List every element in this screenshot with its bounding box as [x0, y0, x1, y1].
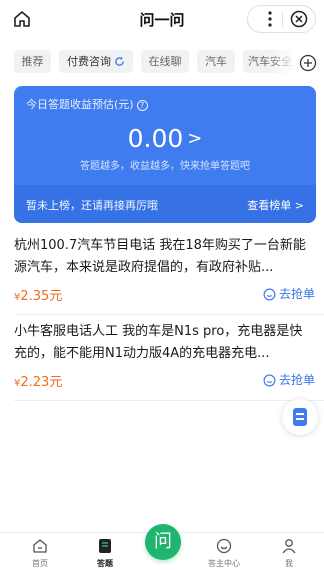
nav-me[interactable]: 我	[262, 537, 316, 569]
question-text: 小牛客服电话人工 我的车是N1s pro，充电器是快充的，能不能用N1动力版4A…	[14, 324, 303, 361]
earnings-amount-row[interactable]: 0.00 >	[14, 124, 316, 153]
divider	[14, 314, 324, 315]
grab-order-label: 去抢单	[278, 287, 315, 301]
chat-icon	[263, 374, 276, 387]
nav-home[interactable]: 首页	[13, 537, 67, 569]
nav-owner-center-label: 答主中心	[208, 559, 240, 568]
chevron-right-icon: >	[187, 128, 203, 149]
top-bar: 问一问	[0, 0, 324, 38]
earnings-footer: 暂未上榜，还请再接再厉哦 查看榜单 >	[14, 185, 316, 223]
question-text: 杭州100.7汽车节目电话 我在18年购买了一台新能源汽车，本来说是政府提倡的，…	[14, 238, 306, 275]
floating-document-button[interactable]	[282, 399, 318, 435]
category-tabs: 推荐 付费咨询 在线聊 汽车 汽车安全	[0, 46, 324, 76]
home-nav-icon	[33, 539, 47, 553]
tab-paid-consult[interactable]: 付费咨询	[59, 50, 133, 73]
question-reward: ¥2.23元	[14, 371, 62, 390]
owner-center-icon	[216, 538, 232, 554]
tab-paid-consult-label: 付费咨询	[67, 55, 111, 68]
earnings-amount: 0.00	[127, 124, 184, 153]
grab-order-label: 去抢单	[278, 373, 315, 387]
profile-icon	[282, 539, 296, 554]
tab-car[interactable]: 汽车	[197, 50, 235, 73]
view-ranking-link[interactable]: 查看榜单 >	[247, 197, 304, 213]
nav-answer-label: 答题	[97, 559, 113, 568]
nav-me-label: 我	[285, 559, 293, 568]
ask-center-button[interactable]: 问	[145, 524, 181, 560]
grab-order-button[interactable]: 去抢单	[263, 285, 315, 302]
divider	[14, 400, 324, 401]
document-icon	[293, 408, 307, 426]
more-icon[interactable]	[260, 9, 280, 29]
help-icon[interactable]: ?	[136, 100, 148, 111]
tab-recommend[interactable]: 推荐	[14, 50, 51, 73]
reward-amount: 2.23元	[20, 375, 63, 390]
nav-owner-center[interactable]: 答主中心	[197, 537, 251, 569]
grab-order-button[interactable]: 去抢单	[263, 371, 315, 388]
tab-online-chat[interactable]: 在线聊	[141, 50, 189, 73]
rank-status: 暂未上榜，还请再接再厉哦	[26, 199, 158, 212]
close-icon[interactable]	[289, 9, 309, 29]
earnings-label: 今日答题收益预估(元)	[26, 98, 134, 111]
chat-icon	[263, 288, 276, 301]
refresh-icon	[115, 56, 124, 66]
earnings-label-row: 今日答题收益预估(元)?	[26, 96, 148, 112]
tabs-fade	[268, 46, 296, 76]
question-item[interactable]: 小牛客服电话人工 我的车是N1s pro，充电器是快充的，能不能用N1动力版4A…	[0, 321, 324, 435]
capsule-divider	[282, 12, 283, 27]
question-reward: ¥2.35元	[14, 285, 62, 304]
nav-answer[interactable]: 答题	[78, 537, 132, 569]
reward-amount: 2.35元	[20, 289, 63, 304]
earnings-card: 今日答题收益预估(元)? 0.00 > 答题越多，收益越多，快来抢单答题吧 暂未上…	[14, 86, 316, 223]
nav-home-label: 首页	[32, 559, 48, 568]
earnings-hint: 答题越多，收益越多，快来抢单答题吧	[80, 161, 250, 172]
add-icon[interactable]	[299, 54, 317, 72]
mini-program-capsule	[247, 5, 316, 33]
answer-nav-icon	[99, 539, 111, 553]
